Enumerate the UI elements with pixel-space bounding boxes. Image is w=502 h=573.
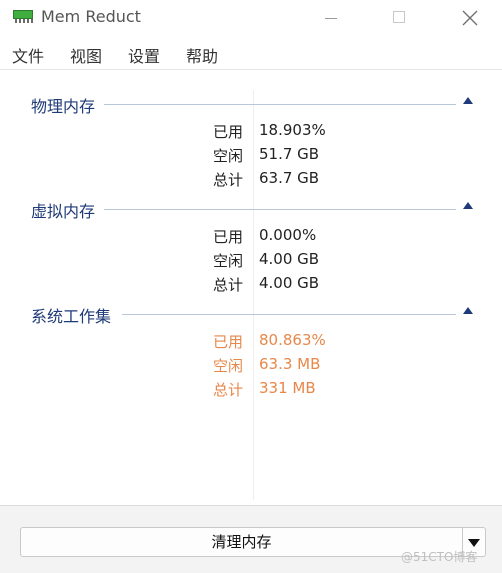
- row-value: 0.000%: [259, 226, 317, 244]
- menu-settings[interactable]: 设置: [128, 43, 160, 67]
- list-item[interactable]: 已用 18.903%: [0, 121, 502, 143]
- chevron-up-icon[interactable]: [463, 97, 473, 104]
- group-header-virtual[interactable]: 虚拟内存: [0, 198, 502, 222]
- row-label: 空闲: [212, 252, 243, 270]
- title-bar[interactable]: Mem Reduct: [0, 0, 502, 36]
- chevron-up-icon[interactable]: [463, 202, 473, 209]
- row-label: 总计: [212, 276, 243, 294]
- row-label: 空闲: [212, 147, 243, 165]
- row-label: 已用: [212, 123, 243, 141]
- maximize-button[interactable]: [382, 0, 418, 36]
- row-label: 已用: [212, 333, 243, 351]
- row-value: 331 MB: [259, 379, 316, 397]
- group-header-physical[interactable]: 物理内存: [0, 93, 502, 117]
- list-item[interactable]: 总计 4.00 GB: [0, 274, 502, 296]
- clean-memory-button[interactable]: 清理内存: [20, 527, 463, 557]
- list-item[interactable]: 总计 63.7 GB: [0, 169, 502, 191]
- memory-chip-icon: [13, 10, 33, 23]
- menu-bar: 文件 视图 设置 帮助: [0, 40, 502, 68]
- row-value: 80.863%: [259, 331, 326, 349]
- minimize-button[interactable]: [312, 0, 348, 36]
- watermark: @51CTO博客: [401, 550, 478, 564]
- group-header-working-set[interactable]: 系统工作集: [0, 303, 502, 327]
- menu-file[interactable]: 文件: [12, 43, 44, 67]
- row-label: 已用: [212, 228, 243, 246]
- row-label: 总计: [212, 171, 243, 189]
- list-item[interactable]: 空闲 51.7 GB: [0, 145, 502, 167]
- group-title: 虚拟内存: [31, 198, 100, 222]
- row-value: 4.00 GB: [259, 274, 320, 292]
- row-value: 18.903%: [259, 121, 326, 139]
- row-label: 空闲: [212, 357, 243, 375]
- row-value: 63.3 MB: [259, 355, 321, 373]
- window-title: Mem Reduct: [41, 7, 141, 26]
- footer: 清理内存 @51CTO博客: [0, 506, 502, 573]
- row-value: 63.7 GB: [259, 169, 320, 187]
- app-window: Mem Reduct 文件 视图 设置 帮助 物理内存 已用 18.903% 空…: [0, 0, 502, 573]
- row-value: 51.7 GB: [259, 145, 320, 163]
- row-label: 总计: [212, 381, 243, 399]
- list-item[interactable]: 已用 0.000%: [0, 226, 502, 248]
- list-item[interactable]: 已用 80.863%: [0, 331, 502, 353]
- memory-list[interactable]: 物理内存 已用 18.903% 空闲 51.7 GB 总计 63.7 GB 虚拟…: [0, 70, 502, 505]
- menu-view[interactable]: 视图: [70, 43, 102, 67]
- menu-help[interactable]: 帮助: [186, 43, 218, 67]
- list-item[interactable]: 空闲 63.3 MB: [0, 355, 502, 377]
- list-item[interactable]: 总计 331 MB: [0, 379, 502, 401]
- chevron-up-icon[interactable]: [463, 307, 473, 314]
- list-item[interactable]: 空闲 4.00 GB: [0, 250, 502, 272]
- group-title: 系统工作集: [31, 303, 116, 327]
- group-title: 物理内存: [31, 93, 100, 117]
- close-icon: [462, 10, 478, 26]
- close-button[interactable]: [452, 0, 488, 36]
- row-value: 4.00 GB: [259, 250, 320, 268]
